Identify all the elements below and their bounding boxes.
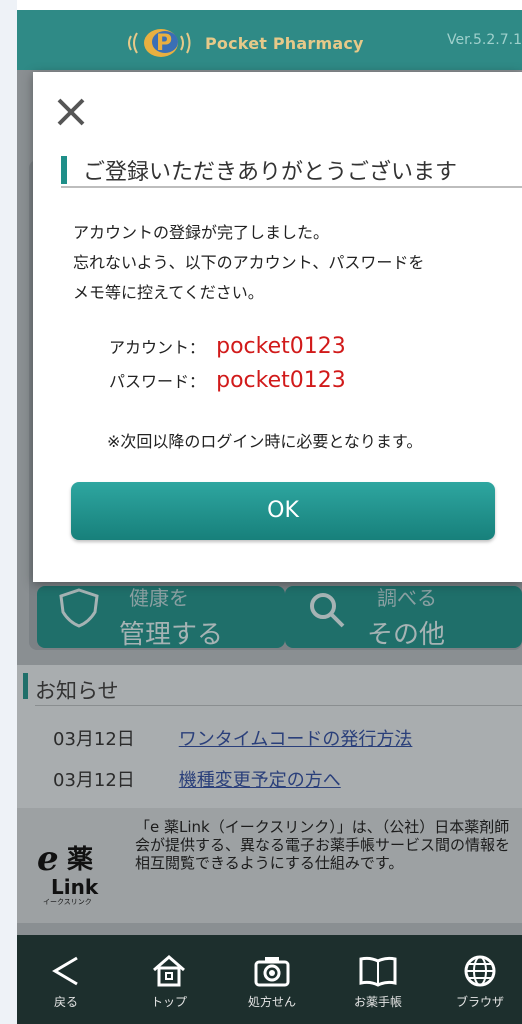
- tab-medicine-notebook-label: お薬手帳: [353, 995, 402, 1009]
- svg-text:Link: Link: [51, 875, 99, 899]
- account-value: pocket0123: [216, 334, 346, 359]
- search-icon: [310, 593, 345, 628]
- other-top-label: 調べる: [377, 586, 437, 610]
- tab-top[interactable]: トップ: [124, 953, 214, 1010]
- shield-icon: [59, 588, 99, 628]
- account-row: アカウント： pocket0123: [109, 334, 346, 359]
- tab-browser[interactable]: ブラウザ: [435, 953, 522, 1010]
- version-label: Ver.5.2.7.1: [446, 32, 522, 48]
- dialog-message: アカウントの登録が完了しました。 忘れないよう、以下のアカウント、パスワードを …: [73, 218, 424, 308]
- other-label: その他: [367, 620, 446, 650]
- news-link[interactable]: ワンタイムコードの発行方法: [179, 729, 413, 750]
- back-icon: [21, 953, 111, 989]
- password-label: パスワード：: [109, 372, 206, 391]
- elink-description: 「e 薬Link（イークスリンク）」は、（公社）日本薬剤師会が提供する、異なる電…: [135, 818, 511, 872]
- tab-prescription-label: 処方せん: [247, 995, 296, 1009]
- dialog-message-line: メモ等に控えてください。: [73, 283, 264, 302]
- svg-text:e: e: [37, 839, 59, 879]
- health-manage-button[interactable]: 健康を 管理する: [37, 586, 285, 650]
- health-manage-label: 管理する: [119, 620, 224, 650]
- camera-icon: [227, 953, 317, 989]
- elink-banner[interactable]: e 薬 Link イークスリンク 「e 薬Link（イークスリンク）」は、（公社…: [17, 808, 522, 923]
- notice-section: お知らせ 03月12日 ワンタイムコードの発行方法 03月12日 機種変更予定の…: [17, 665, 522, 825]
- app-logo: P Pocket Pharmacy: [125, 26, 364, 60]
- app-name: Pocket Pharmacy: [205, 33, 364, 53]
- bottom-tab-bar: 戻る トップ 処方せん お薬手帳 ブラウザ: [17, 935, 522, 1024]
- dialog-title-accent-bar: [61, 156, 67, 184]
- news-date: 03月12日: [53, 770, 135, 791]
- health-manage-top-label: 健康を: [129, 586, 189, 610]
- list-item: 03月12日 ワンタイムコードの発行方法: [53, 725, 412, 751]
- account-label: アカウント：: [109, 338, 206, 357]
- elink-logo-icon: e 薬 Link イークスリンク: [37, 839, 99, 906]
- list-item: 03月12日 機種変更予定の方へ: [53, 766, 341, 792]
- book-icon: [333, 953, 423, 989]
- dialog-message-line: 忘れないよう、以下のアカウント、パスワードを: [73, 253, 425, 272]
- other-search-button[interactable]: 調べる その他: [285, 586, 522, 650]
- app-header: P Pocket Pharmacy Ver.5.2.7.1: [17, 10, 522, 70]
- dialog-title-section: ご登録いただきありがとうございます: [61, 152, 522, 188]
- tab-back-label: 戻る: [53, 995, 78, 1009]
- dialog-message-line: アカウントの登録が完了しました。: [73, 223, 330, 242]
- news-date: 03月12日: [53, 729, 135, 750]
- password-value: pocket0123: [216, 368, 346, 393]
- notice-title: お知らせ: [35, 679, 119, 703]
- ok-button[interactable]: OK: [71, 482, 495, 540]
- notice-divider: [35, 705, 522, 706]
- password-row: パスワード： pocket0123: [109, 368, 346, 393]
- notice-accent-bar: [23, 673, 28, 699]
- tab-top-label: トップ: [150, 995, 187, 1009]
- tab-browser-label: ブラウザ: [455, 995, 504, 1009]
- globe-icon: [435, 953, 522, 989]
- dialog-title: ご登録いただきありがとうございます: [83, 160, 458, 185]
- svg-text:P: P: [156, 31, 172, 56]
- tab-medicine-notebook[interactable]: お薬手帳: [333, 953, 423, 1010]
- tab-back[interactable]: 戻る: [21, 953, 111, 1010]
- login-note: ※次回以降のログイン時に必要となります。: [107, 432, 423, 451]
- news-link[interactable]: 機種変更予定の方へ: [179, 770, 341, 791]
- tab-prescription[interactable]: 処方せん: [227, 953, 317, 1010]
- registration-complete-dialog: ご登録いただきありがとうございます アカウントの登録が完了しました。 忘れないよ…: [33, 72, 522, 582]
- svg-text:イークスリンク: イークスリンク: [43, 898, 92, 906]
- home-icon: [124, 953, 214, 989]
- close-icon[interactable]: [51, 92, 91, 132]
- svg-text:薬: 薬: [67, 845, 93, 875]
- pocket-pharmacy-logo-icon: P: [125, 26, 193, 60]
